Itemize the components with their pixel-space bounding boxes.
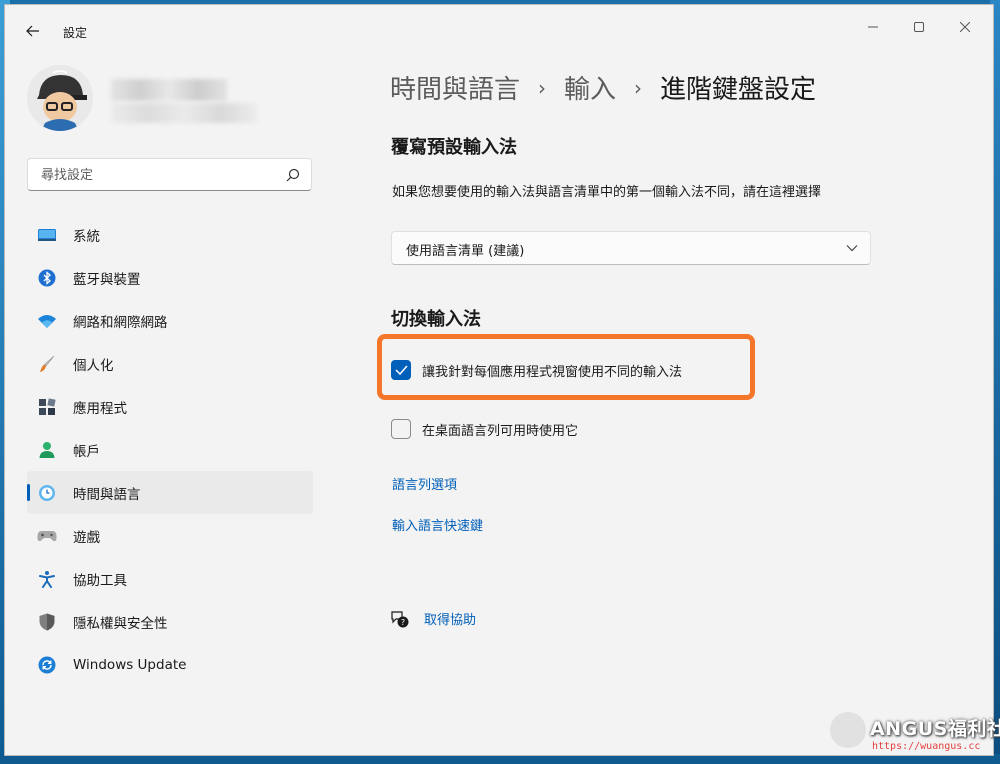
user-avatar[interactable] <box>27 65 93 131</box>
language-bar-options-link[interactable]: 語言列選項 <box>392 474 457 493</box>
watermark-avatar <box>830 712 866 748</box>
person-icon <box>37 440 57 460</box>
desktop-language-bar-checkbox[interactable] <box>391 419 411 439</box>
sidebar-item-label: 系統 <box>73 228 100 245</box>
dropdown-selected-value: 使用語言清單 (建議) <box>406 244 525 259</box>
search-icon[interactable] <box>286 168 300 182</box>
search-box[interactable] <box>27 158 312 192</box>
breadcrumb: 時間與語言 › 輸入 › 進階鍵盤設定 <box>390 69 816 106</box>
sidebar-item-label: 時間與語言 <box>73 486 141 503</box>
sidebar-item-label: 藍牙與裝置 <box>73 271 141 288</box>
per-app-input-checkbox-row[interactable]: 讓我針對每個應用程式視窗使用不同的輸入法 <box>391 360 682 380</box>
brush-icon <box>37 354 57 374</box>
breadcrumb-input[interactable]: 輸入 <box>564 69 616 106</box>
input-language-hotkeys-link[interactable]: 輸入語言快速鍵 <box>392 515 483 534</box>
bluetooth-icon <box>37 268 57 288</box>
svg-text:?: ? <box>401 618 405 627</box>
close-button[interactable] <box>945 13 985 41</box>
checkmark-icon <box>394 365 408 375</box>
time-language-icon <box>37 483 57 503</box>
accessibility-icon <box>37 569 57 589</box>
sidebar-item-system[interactable]: 系統 <box>27 213 313 256</box>
sidebar-item-label: 應用程式 <box>73 400 127 417</box>
chevron-down-icon <box>846 245 858 252</box>
watermark-url: https://wuangus.cc <box>872 741 981 752</box>
avatar-illustration <box>27 65 93 131</box>
minimize-icon <box>868 26 878 28</box>
update-icon <box>37 655 57 675</box>
close-icon <box>960 22 970 32</box>
wifi-icon <box>37 311 57 331</box>
page-title: 進階鍵盤設定 <box>660 75 817 105</box>
sidebar-item-windows-update[interactable]: Windows Update <box>27 643 313 686</box>
sidebar-item-gaming[interactable]: 遊戲 <box>27 514 313 557</box>
back-button[interactable] <box>21 19 45 43</box>
sidebar-item-label: Windows Update <box>73 656 187 673</box>
shield-icon <box>37 612 57 632</box>
sidebar-item-bluetooth[interactable]: 藍牙與裝置 <box>27 256 313 299</box>
watermark-brand: ANGUS福利社 <box>870 718 1000 740</box>
watermark: ANGUS福利社 https://wuangus.cc <box>826 710 1000 754</box>
arrow-left-icon <box>26 25 39 37</box>
sidebar-item-label: 隱私權與安全性 <box>73 615 168 632</box>
per-app-input-checkbox[interactable] <box>391 360 411 380</box>
monitor-icon <box>37 225 57 245</box>
maximize-icon <box>914 22 924 32</box>
sidebar-nav: 系統 藍牙與裝置 網路和網際網路 個人化 應用程式 帳戶 時間與語言 遊戲 協助… <box>27 213 313 686</box>
sidebar-item-label: 帳戶 <box>73 443 100 460</box>
gamepad-icon <box>37 526 57 546</box>
help-chat-icon: ? <box>391 610 409 627</box>
breadcrumb-separator: › <box>634 75 643 100</box>
sidebar-item-label: 遊戲 <box>73 529 100 546</box>
breadcrumb-separator: › <box>538 75 547 100</box>
desktop-language-bar-label: 在桌面語言列可用時使用它 <box>422 423 579 439</box>
override-heading: 覆寫預設輸入法 <box>391 137 517 158</box>
breadcrumb-time-language[interactable]: 時間與語言 <box>390 69 520 106</box>
sidebar-item-privacy[interactable]: 隱私權與安全性 <box>27 600 313 643</box>
sidebar-item-network[interactable]: 網路和網際網路 <box>27 299 313 342</box>
settings-window: 設定 系統 <box>4 4 994 756</box>
sidebar-item-accessibility[interactable]: 協助工具 <box>27 557 313 600</box>
input-method-dropdown[interactable]: 使用語言清單 (建議) <box>391 231 871 265</box>
sidebar-item-personalization[interactable]: 個人化 <box>27 342 313 385</box>
per-app-input-label: 讓我針對每個應用程式視窗使用不同的輸入法 <box>422 364 683 380</box>
user-email-blurred <box>111 103 257 123</box>
get-help-row[interactable]: ? 取得協助 <box>390 609 476 628</box>
sidebar-item-accounts[interactable]: 帳戶 <box>27 428 313 471</box>
sidebar-item-label: 個人化 <box>73 357 114 374</box>
sidebar-item-apps[interactable]: 應用程式 <box>27 385 313 428</box>
sidebar-item-label: 網路和網際網路 <box>73 314 168 331</box>
apps-icon <box>37 397 57 417</box>
search-input[interactable] <box>39 159 273 192</box>
get-help-link[interactable]: 取得協助 <box>424 609 476 628</box>
minimize-button[interactable] <box>853 13 893 41</box>
desktop-language-bar-checkbox-row[interactable]: 在桌面語言列可用時使用它 <box>391 419 578 439</box>
user-name-blurred <box>111 79 227 101</box>
app-title: 設定 <box>63 26 88 40</box>
title-bar: 設定 <box>5 5 993 55</box>
maximize-button[interactable] <box>899 13 939 41</box>
selection-indicator <box>27 484 30 501</box>
sidebar-item-time-language[interactable]: 時間與語言 <box>27 471 313 514</box>
sidebar-item-label: 協助工具 <box>73 572 127 589</box>
switching-heading: 切換輸入法 <box>391 309 481 330</box>
override-description: 如果您想要使用的輸入法與語言清單中的第一個輸入法不同，請在這裡選擇 <box>392 185 822 200</box>
